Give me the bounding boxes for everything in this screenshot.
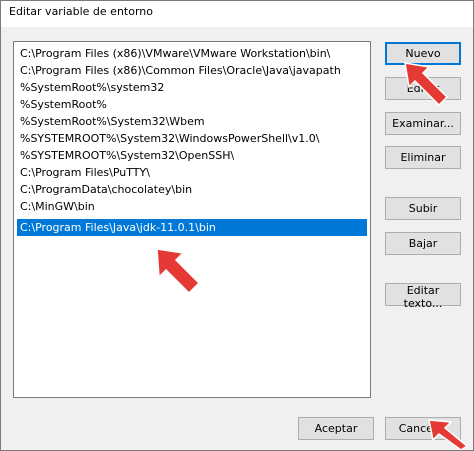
eliminar-button[interactable]: Eliminar [385,146,461,169]
list-item[interactable]: C:\Program Files (x86)\Common Files\Orac… [17,62,367,79]
edit-env-variable-dialog: Editar variable de entorno C:\Program Fi… [0,0,474,451]
examinar-button[interactable]: Examinar... [385,112,461,135]
nuevo-button[interactable]: Nuevo [385,42,461,65]
cancelar-button[interactable]: Cancelar [385,417,461,440]
list-item[interactable]: %SystemRoot% [17,96,367,113]
list-item[interactable]: C:\ProgramData\chocolatey\bin [17,181,367,198]
list-item[interactable]: C:\MinGW\bin [17,198,367,215]
list-item[interactable]: C:\Program Files (x86)\VMware\VMware Wor… [17,45,367,62]
list-item[interactable]: %SystemRoot%\System32\Wbem [17,113,367,130]
editar-button[interactable]: Editar [385,77,461,100]
list-item-selected[interactable]: C:\Program Files\Java\jdk-11.0.1\bin [17,219,367,236]
title-bar: Editar variable de entorno [1,1,473,27]
list-item[interactable]: %SYSTEMROOT%\System32\OpenSSH\ [17,147,367,164]
editar-texto-button[interactable]: Editar texto... [385,283,461,310]
aceptar-button[interactable]: Aceptar [298,417,374,440]
subir-button[interactable]: Subir [385,197,461,220]
bajar-button[interactable]: Bajar [385,232,461,255]
list-item[interactable]: %SystemRoot%\system32 [17,79,367,96]
dialog-title: Editar variable de entorno [9,5,153,18]
list-item[interactable]: C:\Program Files\PuTTY\ [17,164,367,181]
path-list[interactable]: C:\Program Files (x86)\VMware\VMware Wor… [13,41,371,398]
list-item[interactable]: %SYSTEMROOT%\System32\WindowsPowerShell\… [17,130,367,147]
